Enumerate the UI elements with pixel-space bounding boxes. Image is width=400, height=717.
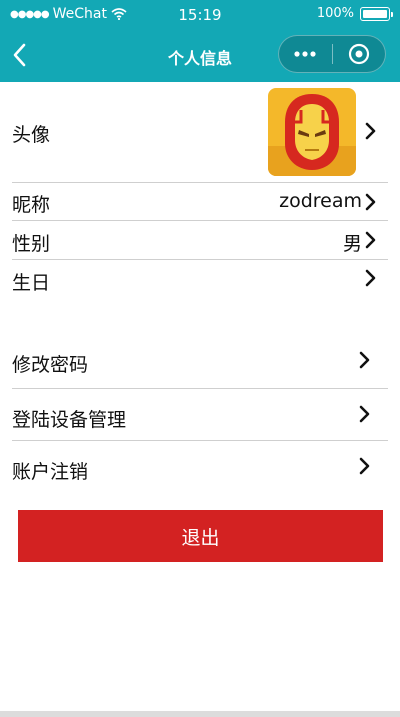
chevron-right-icon (359, 405, 370, 423)
bottom-edge (0, 711, 400, 717)
close-button[interactable] (332, 36, 385, 72)
chevron-right-icon (365, 231, 376, 249)
chevron-right-icon (365, 269, 376, 287)
chevron-right-icon (365, 122, 376, 140)
nickname-row[interactable]: 昵称 zodream (0, 183, 388, 221)
mini-program-capsule (278, 35, 386, 73)
battery-icon (360, 6, 393, 21)
change-password-label: 修改密码 (12, 354, 89, 376)
header: ●●●●● WeChat 15:19 100% 个人信息 (0, 0, 400, 82)
birthday-row[interactable]: 生日 (0, 260, 388, 298)
device-management-row[interactable]: 登陆设备管理 (0, 389, 388, 441)
status-bar: ●●●●● WeChat 15:19 100% (0, 0, 400, 30)
avatar-row[interactable]: 头像 (0, 82, 388, 182)
logout-button[interactable]: 退出 (18, 510, 383, 562)
chevron-right-icon (365, 193, 376, 211)
gender-label: 性别 (12, 233, 51, 255)
avatar-label: 头像 (12, 124, 51, 146)
nav-bar: 个人信息 (0, 30, 400, 82)
status-right: 100% (316, 6, 393, 21)
battery-percent: 100% (316, 6, 354, 21)
gender-value: 男 (342, 233, 362, 255)
deactivate-account-row[interactable]: 账户注销 (0, 441, 388, 493)
chevron-right-icon (359, 457, 370, 475)
nickname-label: 昵称 (12, 194, 51, 216)
avatar[interactable] (268, 88, 356, 176)
more-button[interactable] (279, 36, 332, 72)
gender-row[interactable]: 性别 男 (0, 221, 388, 259)
mini-program-close-icon (348, 43, 369, 65)
iron-man-avatar-icon (268, 88, 356, 176)
more-dots-icon (294, 51, 316, 57)
deactivate-account-label: 账户注销 (12, 461, 89, 483)
chevron-right-icon (359, 351, 370, 369)
nickname-value: zodream (279, 190, 362, 212)
birthday-label: 生日 (12, 272, 51, 294)
change-password-row[interactable]: 修改密码 (0, 334, 388, 386)
back-arrow-icon[interactable] (10, 42, 30, 68)
device-management-label: 登陆设备管理 (12, 409, 127, 431)
